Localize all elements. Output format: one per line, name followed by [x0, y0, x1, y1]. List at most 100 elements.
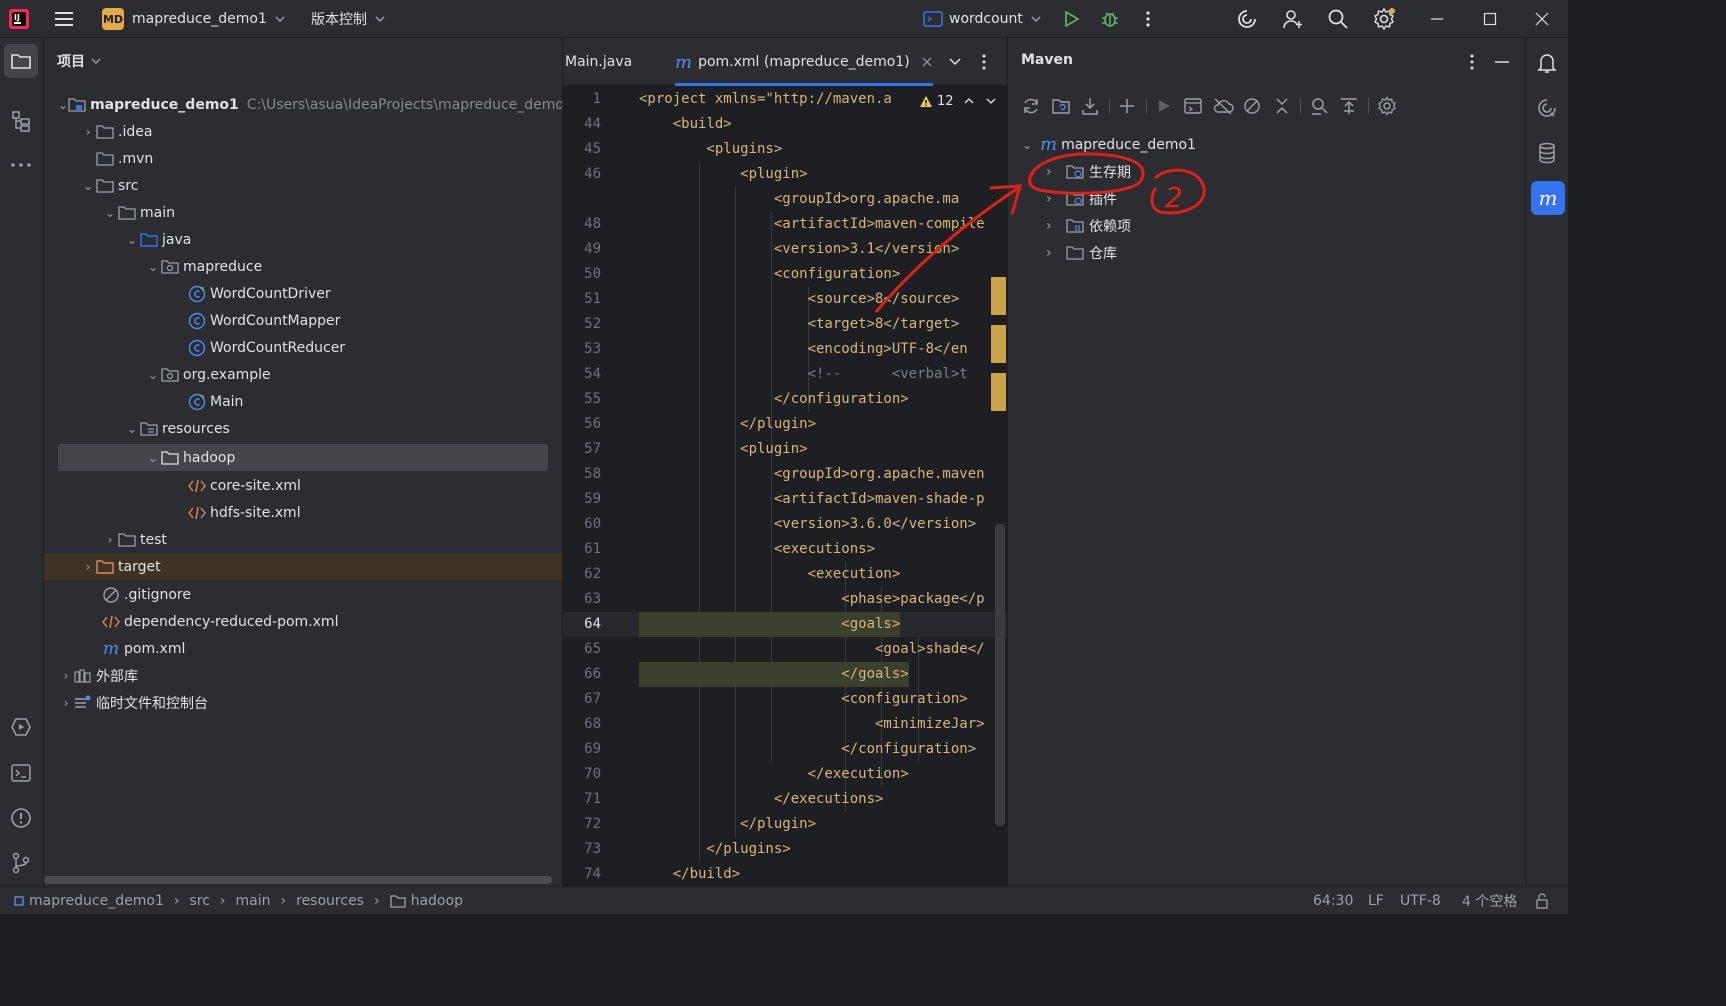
code-line[interactable]: 62 <execution> [563, 562, 1008, 587]
code-line[interactable]: 53 <encoding>UTF-8</en [563, 337, 1008, 362]
project-panel-header[interactable]: 项目 [57, 51, 101, 71]
maven-settings-icon[interactable] [1376, 95, 1398, 117]
vertical-scrollbar[interactable] [995, 524, 1005, 826]
tree-node-xml[interactable]: core-site.xml [44, 472, 562, 499]
project-folder-icon[interactable] [4, 44, 38, 78]
debug-icon[interactable] [1100, 0, 1120, 38]
more-actions-icon[interactable] [1142, 0, 1154, 38]
code-line[interactable]: 60 <version>3.6.0</version> [563, 512, 1008, 537]
code-line[interactable]: 44 <build> [563, 112, 1008, 137]
close-tab-icon[interactable] [922, 57, 932, 67]
code-line[interactable]: 71 </executions> [563, 787, 1008, 812]
tree-node-main[interactable]: ⌄ main [44, 199, 562, 226]
tree-node-resources[interactable]: ⌄ resources [44, 415, 562, 442]
code-line[interactable]: 45 <plugins> [563, 137, 1008, 162]
collapse-all-icon[interactable] [1271, 95, 1293, 117]
code-line[interactable]: 58 <groupId>org.apache.maven [563, 462, 1008, 487]
code-line[interactable]: 68 <minimizeJar> [563, 712, 1008, 737]
code-line[interactable]: 51 <source>8</source> [563, 287, 1008, 312]
change-marker[interactable] [991, 325, 1006, 363]
maven-node-plugins[interactable]: › 插件 [1046, 185, 1117, 212]
add-user-icon[interactable] [1282, 0, 1304, 38]
code-line[interactable]: 46 <plugin> [563, 162, 1008, 187]
code-line[interactable]: 59 <artifactId>maven-shade-p [563, 487, 1008, 512]
minimize-icon[interactable] [1430, 0, 1444, 38]
tree-node-xml[interactable]: dependency-reduced-pom.xml [44, 608, 562, 635]
offline-mode-icon[interactable] [1212, 95, 1234, 117]
run-icon[interactable] [1062, 0, 1080, 38]
more-tools-icon[interactable] [4, 150, 38, 180]
tree-node-test[interactable]: › test [44, 526, 562, 553]
tree-node-mvn[interactable]: .mvn [44, 145, 562, 172]
breadcrumb-item[interactable]: main [236, 893, 271, 909]
indent-setting[interactable]: 4 个空格 [1462, 887, 1517, 915]
tab-list-chevron-icon[interactable] [949, 38, 961, 86]
run-icon[interactable] [1153, 95, 1175, 117]
notifications-bell-icon[interactable] [1530, 48, 1564, 78]
tree-node-class[interactable]: WordCountReducer [44, 334, 562, 361]
tab-pom-xml[interactable]: m pom.xml (mapreduce_demo1) [675, 38, 933, 86]
analyze-dependencies-icon[interactable] [1308, 95, 1330, 117]
inspection-widget[interactable]: 12 [915, 90, 1000, 112]
horizontal-scrollbar[interactable] [44, 876, 552, 884]
tab-main-java[interactable]: Main.java [565, 38, 632, 86]
code-line[interactable]: 66 </goals> [563, 662, 1008, 687]
skip-tests-icon[interactable] [1241, 95, 1263, 117]
code-line[interactable]: 63 <phase>package</p [563, 587, 1008, 612]
show-diagram-icon[interactable] [1338, 95, 1360, 117]
line-separator[interactable]: LF [1368, 887, 1384, 915]
app-logo-icon[interactable]: IJ [8, 0, 30, 38]
add-icon[interactable] [1116, 95, 1138, 117]
more-actions-icon[interactable] [981, 38, 987, 86]
caret-position[interactable]: 64:30 [1313, 887, 1353, 915]
code-line[interactable]: 54 <!-- <verbal>t [563, 362, 1008, 387]
code-line[interactable]: 56 </plugin> [563, 412, 1008, 437]
tree-node-root[interactable]: ⌄ mapreduce_demo1 C:\Users\asua\IdeaProj… [44, 91, 573, 118]
tree-node-xml[interactable]: hdfs-site.xml [44, 499, 562, 526]
tree-node-gitignore[interactable]: .gitignore [44, 581, 562, 608]
tree-node-src[interactable]: ⌄ src [44, 172, 562, 199]
structure-icon[interactable] [4, 104, 38, 138]
code-line[interactable]: 50 <configuration> [563, 262, 1008, 287]
code-line[interactable]: <groupId>org.apache.ma [563, 187, 1008, 212]
tree-node-hadoop-selected[interactable]: ⌄ hadoop [58, 444, 548, 471]
run-config-selector[interactable]: wordcount [923, 0, 1041, 38]
close-icon[interactable] [1535, 0, 1549, 38]
tree-node-class[interactable]: Main [44, 388, 562, 415]
breadcrumb-item[interactable]: hadoop [411, 893, 463, 909]
reload-folder-icon[interactable] [1050, 95, 1072, 117]
code-line[interactable]: 64 <goals> [563, 612, 1008, 637]
tree-node-mapreduce[interactable]: ⌄ mapreduce [44, 253, 562, 280]
tree-node-pom[interactable]: m pom.xml [44, 635, 562, 662]
maven-node-dependencies[interactable]: › 依赖项 [1046, 212, 1131, 239]
project-switcher[interactable]: MD mapreduce_demo1 [102, 0, 285, 38]
settings-gear-icon[interactable] [1372, 0, 1396, 38]
hide-panel-icon[interactable] [1492, 52, 1512, 72]
code-line[interactable]: 69 </configuration> [563, 737, 1008, 762]
database-icon[interactable] [1530, 138, 1564, 168]
vcs-menu[interactable]: 版本控制 [311, 0, 385, 38]
code-line[interactable]: 72 </plugin> [563, 812, 1008, 837]
tree-node-external-libs[interactable]: › 外部库 [44, 662, 562, 689]
tree-node-java[interactable]: ⌄ java [44, 226, 562, 253]
code-line[interactable]: 67 <configuration> [563, 687, 1008, 712]
tree-node-class[interactable]: WordCountDriver [44, 280, 562, 307]
more-actions-icon[interactable] [1462, 52, 1482, 72]
code-line[interactable]: 65 <goal>shade</ [563, 637, 1008, 662]
file-encoding[interactable]: UTF-8 [1400, 887, 1441, 915]
maven-tool-icon[interactable]: m [1531, 181, 1565, 215]
code-line[interactable]: 49 <version>3.1</version> [563, 237, 1008, 262]
breadcrumb-item[interactable]: src [189, 893, 209, 909]
reload-icon[interactable] [1020, 95, 1042, 117]
code-line[interactable]: 48 <artifactId>maven-compile [563, 212, 1008, 237]
breadcrumb-item[interactable]: mapreduce_demo1 [29, 893, 164, 909]
maven-project-root[interactable]: ⌄ m mapreduce_demo1 [1022, 131, 1196, 158]
maven-node-lifecycle[interactable]: › 生存期 [1046, 158, 1131, 185]
tree-node-org-example[interactable]: ⌄ org.example [44, 361, 562, 388]
code-line[interactable]: 55 </configuration> [563, 387, 1008, 412]
ai-assistant-icon[interactable] [1236, 0, 1258, 38]
execute-goal-icon[interactable] [1182, 95, 1204, 117]
chevron-down-icon[interactable] [986, 98, 996, 104]
change-marker[interactable] [991, 373, 1006, 411]
code-line[interactable]: 57 <plugin> [563, 437, 1008, 462]
